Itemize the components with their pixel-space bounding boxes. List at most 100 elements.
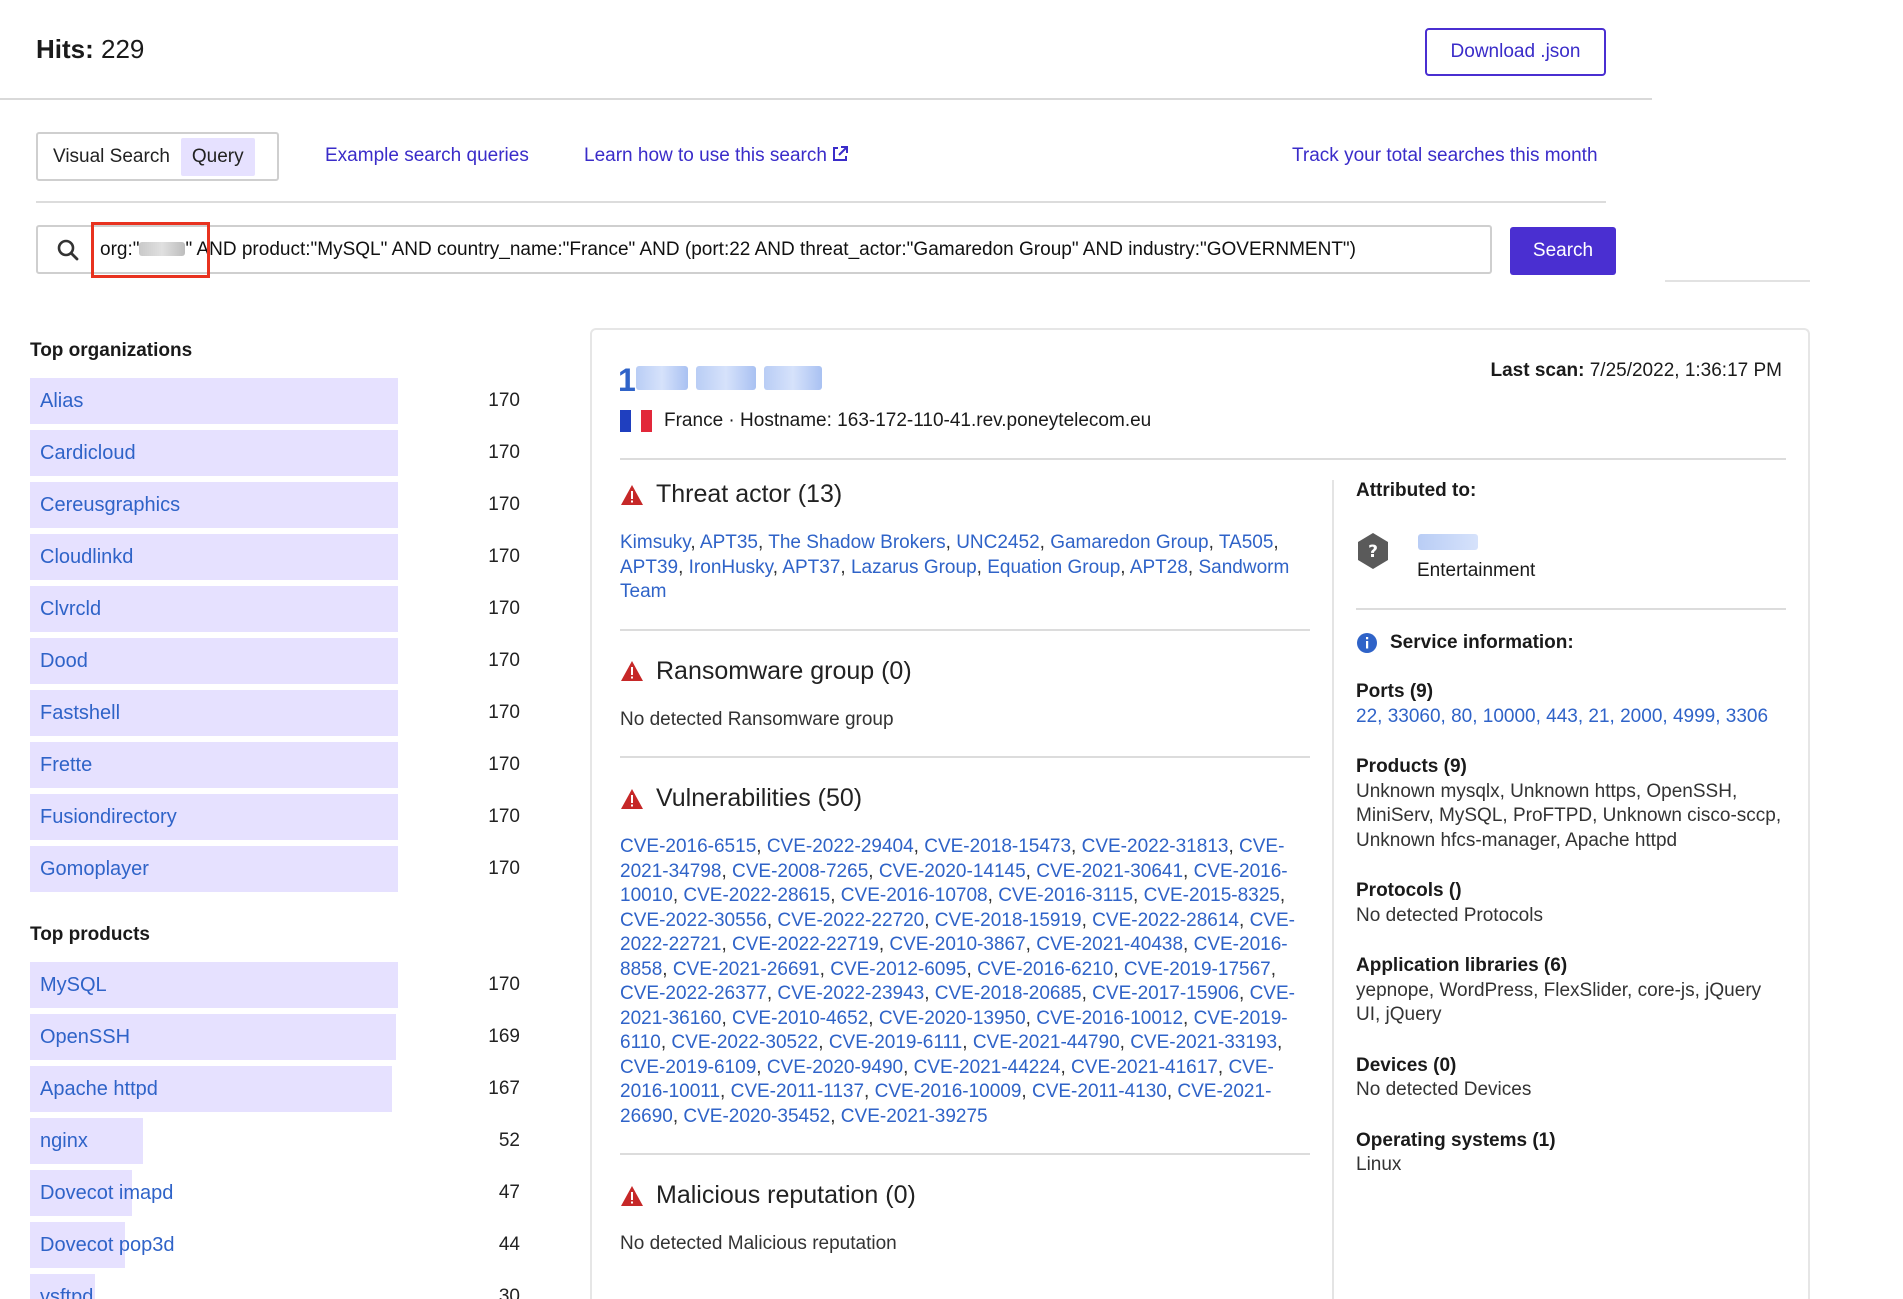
track-searches-link[interactable]: Track your total searches this month xyxy=(1292,145,1598,167)
visual-search-tab[interactable]: Visual Search xyxy=(42,138,181,176)
cve-link[interactable]: CVE-2018-15919 xyxy=(935,910,1082,931)
cve-link[interactable]: CVE-2022-30556 xyxy=(620,910,767,931)
facet-label[interactable]: Cloudlinkd xyxy=(40,546,133,569)
cve-link[interactable]: CVE-2020-13950 xyxy=(879,1008,1026,1029)
threat-actor-link[interactable]: APT37 xyxy=(782,557,840,578)
query-tab[interactable]: Query xyxy=(180,137,255,176)
facet-label[interactable]: Alias xyxy=(40,390,83,413)
cve-link[interactable]: CVE-2021-40438 xyxy=(1036,934,1183,955)
facet-row[interactable]: vsftpd 30 xyxy=(30,1274,520,1299)
cve-link[interactable]: CVE-2016-3115 xyxy=(998,885,1133,906)
cve-link[interactable]: CVE-2010-3867 xyxy=(889,934,1025,955)
threat-actor-link[interactable]: APT39 xyxy=(620,557,678,578)
threat-actor-link[interactable]: Gamaredon Group xyxy=(1050,532,1208,553)
facet-label[interactable]: Fusiondirectory xyxy=(40,806,177,829)
cve-link[interactable]: CVE-2022-22720 xyxy=(777,910,924,931)
cve-link[interactable]: CVE-2018-20685 xyxy=(935,983,1082,1004)
cve-link[interactable]: CVE-2021-44790 xyxy=(973,1032,1120,1053)
cve-link[interactable]: CVE-2012-6095 xyxy=(830,959,966,980)
cve-link[interactable]: CVE-2022-29404 xyxy=(767,836,914,857)
host-ip-link[interactable]: 1 xyxy=(618,360,828,398)
cve-link[interactable]: CVE-2022-28614 xyxy=(1092,910,1239,931)
facet-row[interactable]: Cereusgraphics 170 xyxy=(30,482,520,528)
threat-actor-link[interactable]: IronHusky xyxy=(689,557,773,578)
facet-row[interactable]: Fastshell 170 xyxy=(30,690,520,736)
cve-link[interactable]: CVE-2008-7265 xyxy=(732,861,868,882)
facet-row[interactable]: Dovecot imapd 47 xyxy=(30,1170,520,1216)
cve-link[interactable]: CVE-2022-22719 xyxy=(732,934,879,955)
cve-link[interactable]: CVE-2016-6515 xyxy=(620,836,756,857)
search-button[interactable]: Search xyxy=(1510,227,1616,275)
cve-link[interactable]: CVE-2019-6111 xyxy=(829,1032,962,1053)
threat-actor-link[interactable]: UNC2452 xyxy=(956,532,1039,553)
cve-link[interactable]: CVE-2011-4130 xyxy=(1032,1081,1167,1102)
facet-count: 170 xyxy=(488,598,520,619)
facet-label[interactable]: MySQL xyxy=(40,974,107,997)
facet-row[interactable]: Frette 170 xyxy=(30,742,520,788)
facet-label[interactable]: Apache httpd xyxy=(40,1078,158,1101)
cve-link[interactable]: CVE-2021-33193 xyxy=(1130,1032,1277,1053)
facet-label[interactable]: Cardicloud xyxy=(40,442,136,465)
facet-row[interactable]: Cloudlinkd 170 xyxy=(30,534,520,580)
cve-link[interactable]: CVE-2021-44224 xyxy=(914,1057,1061,1078)
cve-link[interactable]: CVE-2017-15906 xyxy=(1092,983,1239,1004)
facet-row[interactable]: Fusiondirectory 170 xyxy=(30,794,520,840)
facet-row[interactable]: Cardicloud 170 xyxy=(30,430,520,476)
cve-link[interactable]: CVE-2010-4652 xyxy=(732,1008,868,1029)
facet-row[interactable]: nginx 52 xyxy=(30,1118,520,1164)
redacted-org-name[interactable] xyxy=(1418,534,1478,550)
facet-label[interactable]: Frette xyxy=(40,754,92,777)
facet-row[interactable]: MySQL 170 xyxy=(30,962,520,1008)
facet-row[interactable]: Alias 170 xyxy=(30,378,520,424)
facet-label[interactable]: vsftpd xyxy=(40,1286,93,1299)
threat-actor-link[interactable]: APT28 xyxy=(1130,557,1188,578)
threat-actor-link[interactable]: APT35 xyxy=(700,532,758,553)
cve-link[interactable]: CVE-2018-15473 xyxy=(924,836,1071,857)
facet-row[interactable]: Dovecot pop3d 44 xyxy=(30,1222,520,1268)
cve-link[interactable]: CVE-2021-41617 xyxy=(1071,1057,1218,1078)
cve-link[interactable]: CVE-2016-10009 xyxy=(875,1081,1022,1102)
threat-actor-link[interactable]: Lazarus Group xyxy=(851,557,977,578)
cve-link[interactable]: CVE-2020-14145 xyxy=(879,861,1026,882)
cve-link[interactable]: CVE-2021-30641 xyxy=(1036,861,1183,882)
threat-actor-link[interactable]: Equation Group xyxy=(987,557,1120,578)
facet-row[interactable]: Dood 170 xyxy=(30,638,520,684)
threat-actor-link[interactable]: The Shadow Brokers xyxy=(768,532,945,553)
facet-label[interactable]: Dovecot pop3d xyxy=(40,1234,175,1257)
facet-label[interactable]: Clvrcld xyxy=(40,598,101,621)
learn-how-link[interactable]: Learn how to use this search xyxy=(584,145,849,167)
facet-label[interactable]: Fastshell xyxy=(40,702,120,725)
facet-label[interactable]: OpenSSH xyxy=(40,1026,130,1049)
cve-link[interactable]: CVE-2015-8325 xyxy=(1144,885,1280,906)
cve-link[interactable]: CVE-2022-26377 xyxy=(620,983,767,1004)
cve-link[interactable]: CVE-2019-17567 xyxy=(1124,959,1271,980)
facet-row[interactable]: OpenSSH 169 xyxy=(30,1014,520,1060)
cve-link[interactable]: CVE-2021-39275 xyxy=(841,1106,988,1127)
facet-label[interactable]: Cereusgraphics xyxy=(40,494,180,517)
ports-list[interactable]: 22, 33060, 80, 10000, 443, 21, 2000, 499… xyxy=(1356,705,1786,730)
cve-link[interactable]: CVE-2020-35452 xyxy=(683,1106,830,1127)
cve-link[interactable]: CVE-2019-6109 xyxy=(620,1057,756,1078)
facet-label[interactable]: Dovecot imapd xyxy=(40,1182,173,1205)
cve-link[interactable]: CVE-2011-1137 xyxy=(731,1081,864,1102)
facet-row[interactable]: Clvrcld 170 xyxy=(30,586,520,632)
cve-link[interactable]: CVE-2016-10012 xyxy=(1036,1008,1183,1029)
cve-link[interactable]: CVE-2022-31813 xyxy=(1082,836,1229,857)
facet-row[interactable]: Apache httpd 167 xyxy=(30,1066,520,1112)
threat-actor-link[interactable]: TA505 xyxy=(1219,532,1274,553)
threat-actor-link[interactable]: Kimsuky xyxy=(620,532,690,553)
facet-label[interactable]: Dood xyxy=(40,650,88,673)
facet-row[interactable]: Gomoplayer 170 xyxy=(30,846,520,892)
cve-link[interactable]: CVE-2016-6210 xyxy=(977,959,1113,980)
cve-link[interactable]: CVE-2022-23943 xyxy=(777,983,924,1004)
cve-link[interactable]: CVE-2021-26691 xyxy=(673,959,820,980)
cve-link[interactable]: CVE-2022-28615 xyxy=(683,885,830,906)
cve-link[interactable]: CVE-2020-9490 xyxy=(767,1057,903,1078)
facet-label[interactable]: Gomoplayer xyxy=(40,858,149,881)
search-input[interactable]: org:" " AND product:"MySQL" AND country_n… xyxy=(100,239,1356,261)
cve-link[interactable]: CVE-2022-30522 xyxy=(671,1032,818,1053)
cve-link[interactable]: CVE-2016-10708 xyxy=(841,885,988,906)
example-queries-link[interactable]: Example search queries xyxy=(325,145,529,167)
download-json-button[interactable]: Download .json xyxy=(1425,28,1606,76)
facet-label[interactable]: nginx xyxy=(40,1130,88,1153)
